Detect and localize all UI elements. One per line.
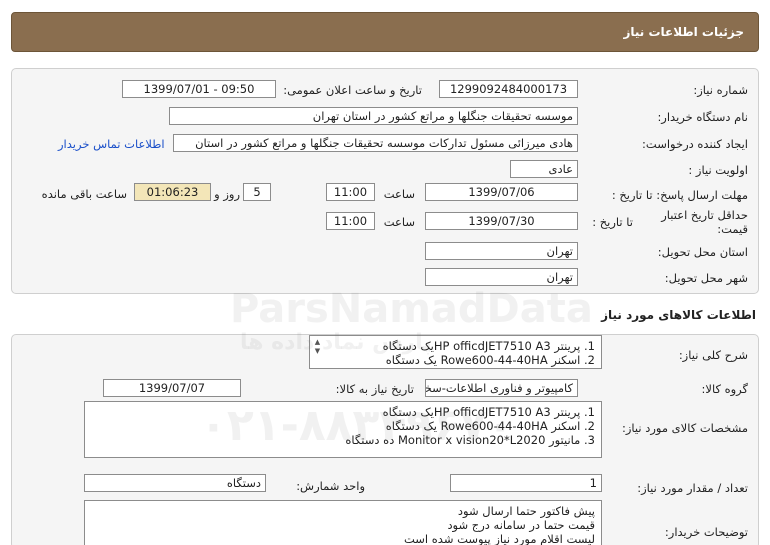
quantity-field: 1 [450, 474, 602, 492]
unit-label: واحد شمارش: [296, 479, 365, 493]
need-number-label: شماره نیاز: [693, 83, 748, 97]
specs-line: 2. اسکنر Rowe600-44-40HA یک دستگاه [385, 419, 595, 433]
specs-line: 1. پرینتر HP officdJET7510 A3یک دستگاه [382, 405, 595, 419]
announce-date-field: 1399/07/01 - 09:50 [122, 80, 276, 98]
price-validity-label: حداقل تاریخ اعتبار [661, 208, 748, 222]
buyer-notes-box[interactable]: پیش فاکتور حتما ارسال شود قیمت حتما در س… [84, 500, 602, 545]
announce-date-label: تاریخ و ساعت اعلان عمومی: [283, 83, 422, 97]
validity-time-label: ساعت [383, 215, 415, 229]
quantity-label: تعداد / مقدار مورد نیاز: [637, 481, 748, 495]
delivery-city-field: تهران [425, 268, 578, 286]
scroll-arrows-icon[interactable]: ▲ ▼ [313, 338, 322, 356]
deadline-time-label: ساعت [383, 187, 415, 201]
goods-specs-box[interactable]: 1. پرینتر HP officdJET7510 A3یک دستگاه 2… [84, 401, 602, 458]
description-line: 2. اسکنر Rowe600-44-40HA یک دستگاه [385, 353, 595, 367]
priority-label: اولویت نیاز : [688, 163, 748, 177]
page-title: جزئیات اطلاعات نیاز [623, 25, 744, 39]
buyer-contact-link[interactable]: اطلاعات تماس خریدار [58, 137, 165, 151]
delivery-city-label: شهر محل تحویل: [664, 271, 748, 285]
remaining-label: ساعت باقی مانده [41, 187, 127, 201]
goods-group-label: گروه کالا: [701, 382, 748, 396]
validity-time-field: 11:00 [326, 212, 375, 230]
notes-line: پیش فاکتور حتما ارسال شود [457, 504, 595, 518]
need-number-field: 1299092484000173 [439, 80, 578, 98]
goods-section-title: اطلاعات کالاهای مورد نیاز [601, 308, 756, 322]
notes-line: لیست اقلام مورد نیاز پیوست شده است [404, 532, 595, 545]
delivery-province-label: استان محل تحویل: [657, 245, 748, 259]
description-line: 1. پرینتر HP officdJET7510 A3یک دستگاه [382, 339, 595, 353]
response-deadline-label: مهلت ارسال پاسخ: تا تاریخ : [611, 188, 748, 202]
deadline-date-field: 1399/07/06 [425, 183, 578, 201]
days-remaining-field: 5 [243, 183, 271, 201]
price-validity-label-2: قیمت: [717, 222, 748, 236]
notes-line: قیمت حتما در سامانه درج شود [447, 518, 595, 532]
delivery-province-field: تهران [425, 242, 578, 260]
buyer-org-label: نام دستگاه خریدار: [657, 110, 748, 124]
buyer-org-field: موسسه تحقیقات جنگلها و مراتع کشور در است… [169, 107, 578, 125]
unit-field: دستگاه [84, 474, 266, 492]
request-creator-label: ایجاد کننده درخواست: [642, 137, 748, 151]
deadline-time-field: 11:00 [326, 183, 375, 201]
page-header: جزئیات اطلاعات نیاز [11, 12, 759, 52]
need-date-label: تاریخ نیاز به کالا: [335, 382, 414, 396]
need-info-panel [11, 68, 759, 294]
goods-specs-label: مشخصات کالای مورد نیاز: [621, 421, 748, 435]
general-description-label: شرح کلی نیاز: [678, 348, 748, 362]
goods-group-field: کامپیوتر و فناوری اطلاعات-سخت افزار [425, 379, 578, 397]
buyer-notes-label: توضیحات خریدار: [664, 525, 748, 539]
priority-field: عادی [510, 160, 578, 178]
general-description-box[interactable]: 1. پرینتر HP officdJET7510 A3یک دستگاه 2… [309, 335, 602, 369]
remaining-time-field: 01:06:23 [134, 183, 211, 201]
need-date-field: 1399/07/07 [103, 379, 241, 397]
validity-until-label: تا تاریخ : [592, 215, 633, 229]
specs-line: 3. مانیتور Monitor x vision20*L2020 ده د… [345, 433, 595, 447]
validity-date-field: 1399/07/30 [425, 212, 578, 230]
days-label: روز و [214, 187, 240, 201]
request-creator-field: هادی میرزائی مسئول تدارکات موسسه تحقیقات… [173, 134, 578, 152]
